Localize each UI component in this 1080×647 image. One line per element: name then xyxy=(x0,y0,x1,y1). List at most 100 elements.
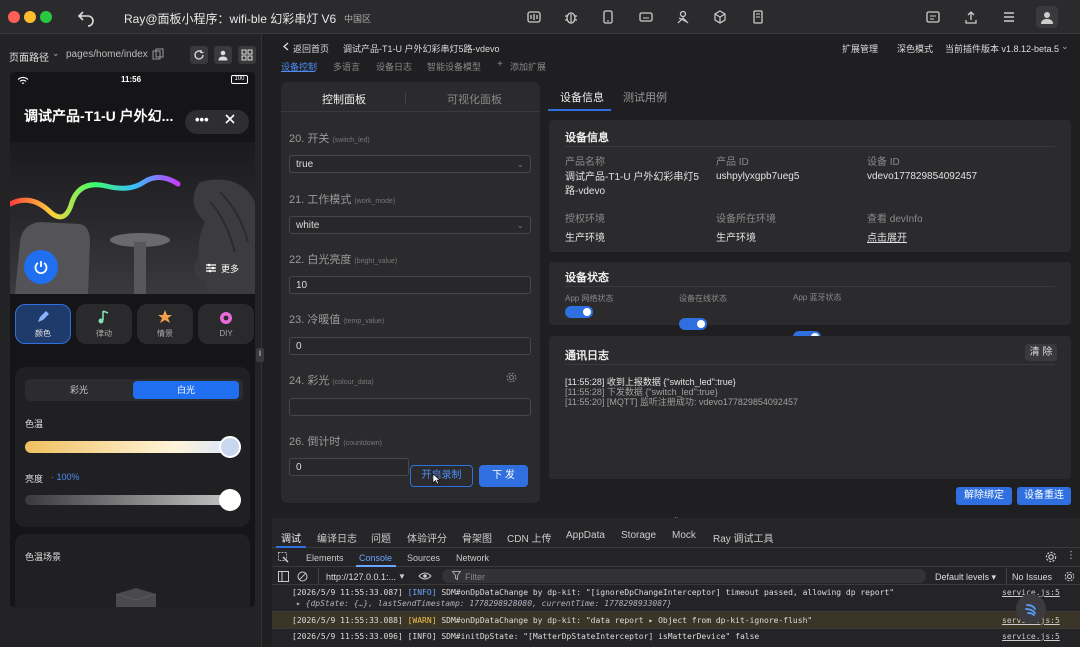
tab-colour-light[interactable]: 彩光 xyxy=(25,379,133,401)
tab-cdn-upload[interactable]: CDN 上传 xyxy=(507,530,551,545)
brightness-slider-track[interactable] xyxy=(25,495,237,505)
maximize-window-button[interactable] xyxy=(40,11,52,23)
sidebar-toggle-icon[interactable] xyxy=(278,571,289,582)
tab-console[interactable]: Console xyxy=(359,553,392,563)
log-levels-select[interactable]: Default levels ▾ xyxy=(935,572,996,583)
tab-appdata[interactable]: AppData xyxy=(566,530,605,541)
dp-input-temp[interactable]: 0 xyxy=(289,337,531,355)
chevron-down-icon[interactable]: ⌄ xyxy=(52,48,60,59)
device-icon[interactable] xyxy=(635,6,657,28)
mode-scene-button[interactable]: 情景 xyxy=(137,304,193,344)
device-online-toggle[interactable] xyxy=(679,318,707,330)
back-arrow-icon[interactable] xyxy=(76,7,96,27)
tab-experience-score[interactable]: 体验评分 xyxy=(407,530,447,545)
bug-icon[interactable] xyxy=(560,6,582,28)
brightness-slider-thumb[interactable] xyxy=(219,489,241,511)
dark-mode-toggle[interactable]: 深色模式 xyxy=(897,42,933,55)
tab-device-info[interactable]: 设备信息 xyxy=(560,89,604,105)
assistant-button[interactable] xyxy=(1016,594,1046,624)
phone-icon[interactable] xyxy=(597,6,619,28)
gear-icon[interactable] xyxy=(506,372,517,383)
tab-debug[interactable]: 调试 xyxy=(281,530,301,545)
dashboard-icon[interactable] xyxy=(523,6,545,28)
mode-rhythm-button[interactable]: 律动 xyxy=(76,304,132,344)
back-home-link[interactable]: 返回首页 xyxy=(293,42,329,55)
list-icon[interactable] xyxy=(998,6,1020,28)
plugin-version-select[interactable]: 当前插件版本 v1.8.12-beta.5 xyxy=(945,42,1059,55)
tab-control-panel[interactable]: 控制面板 xyxy=(322,91,366,107)
tab-sources[interactable]: Sources xyxy=(407,553,440,563)
back-home-icon[interactable] xyxy=(282,42,291,51)
minimize-window-button[interactable] xyxy=(24,11,36,23)
dp-input-colour[interactable] xyxy=(289,398,531,416)
page-path-label: 页面路径 xyxy=(9,53,49,64)
tab-device-log[interactable]: 设备日志 xyxy=(376,60,412,73)
send-button[interactable]: 下 发 xyxy=(479,465,528,487)
dp-input-bright[interactable]: 10 xyxy=(289,276,531,294)
unbind-button[interactable]: 解除绑定 xyxy=(956,487,1012,505)
menu-dots-icon[interactable]: ••• xyxy=(195,112,209,127)
tab-storage[interactable]: Storage xyxy=(621,530,656,541)
settings-gear-icon[interactable] xyxy=(1045,551,1057,563)
source-link[interactable]: service.js:5 xyxy=(1002,632,1060,641)
tab-ray-tools[interactable]: Ray 调试工具 xyxy=(713,530,774,545)
preview-icon[interactable] xyxy=(922,6,944,28)
power-button[interactable] xyxy=(24,250,58,284)
console-object[interactable]: ▸ {dpState: {…}, lastSendTimestamp: 1778… xyxy=(296,599,672,608)
dp-input-countdown[interactable]: 0 xyxy=(289,458,409,476)
tab-visual-panel[interactable]: 可视化面板 xyxy=(447,91,502,107)
grid-icon[interactable] xyxy=(238,46,256,64)
cube-icon[interactable] xyxy=(709,6,731,28)
dp-select-work-mode[interactable]: white ⌄ xyxy=(289,216,531,234)
tab-mock[interactable]: Mock xyxy=(672,530,696,541)
chevron-down-icon[interactable]: ⌄ xyxy=(1061,41,1069,52)
extension-manage-link[interactable]: 扩展管理 xyxy=(842,42,878,55)
tab-device-model[interactable]: 智能设备模型 xyxy=(427,60,481,73)
plus-icon[interactable]: + xyxy=(497,59,503,70)
person-icon[interactable] xyxy=(214,46,232,64)
clear-log-button[interactable]: 清 除 xyxy=(1025,344,1057,361)
more-options-icon[interactable]: ⋮ xyxy=(1066,550,1076,561)
add-extension-link[interactable]: 添加扩展 xyxy=(510,60,546,73)
wifi-icon xyxy=(17,76,29,85)
storage-icon[interactable] xyxy=(747,6,769,28)
close-icon[interactable] xyxy=(225,114,235,124)
chevron-down-icon[interactable]: ▼ xyxy=(398,572,406,581)
inspect-element-icon[interactable] xyxy=(278,552,289,563)
user-avatar-icon[interactable] xyxy=(1036,6,1058,28)
issues-count[interactable]: No Issues xyxy=(1012,572,1052,582)
reconnect-button[interactable]: 设备重连 xyxy=(1017,487,1071,505)
tab-test-cases[interactable]: 测试用例 xyxy=(623,89,667,105)
battery-indicator: 100 xyxy=(231,75,248,84)
refresh-icon[interactable] xyxy=(190,46,208,64)
console-settings-icon[interactable] xyxy=(1064,571,1075,582)
tab-skeleton[interactable]: 骨架图 xyxy=(462,530,492,545)
clear-console-icon[interactable] xyxy=(297,571,308,582)
palette-icon xyxy=(220,312,232,324)
close-window-button[interactable] xyxy=(8,11,20,23)
context-select[interactable]: http://127.0.0.1:... xyxy=(326,572,396,582)
app-network-toggle[interactable] xyxy=(565,306,593,318)
start-record-button[interactable]: 开启录制 xyxy=(410,465,473,487)
mode-diy-button[interactable]: DIY xyxy=(198,304,254,344)
mode-color-button[interactable]: 颜色 xyxy=(15,304,71,344)
page-path-value[interactable]: pages/home/index xyxy=(66,49,148,60)
console-line: [2026/5/9 11:55:33.087] [INFO] SDM#onDpD… xyxy=(292,588,895,597)
collapse-handle[interactable]: ‖ xyxy=(256,348,264,362)
tab-white-light[interactable]: 白光 xyxy=(133,381,239,399)
temperature-slider-track[interactable] xyxy=(25,441,237,453)
upload-icon[interactable] xyxy=(960,6,982,28)
temperature-slider-thumb[interactable] xyxy=(219,436,241,458)
tab-issues[interactable]: 问题 xyxy=(371,530,391,545)
eye-icon[interactable] xyxy=(418,571,432,581)
tab-network[interactable]: Network xyxy=(456,553,489,563)
console-filter-input[interactable] xyxy=(442,569,926,583)
tab-i18n[interactable]: 多语言 xyxy=(333,60,360,73)
debug-tool-icon[interactable] xyxy=(672,6,694,28)
devinfo-expand-link[interactable]: 点击展开 xyxy=(867,229,907,244)
copy-icon[interactable] xyxy=(152,48,164,60)
dp-select-switch[interactable]: true ⌄ xyxy=(289,155,531,173)
more-settings-button[interactable]: 更多 xyxy=(194,255,250,281)
tab-elements[interactable]: Elements xyxy=(306,553,344,563)
tab-compile-log[interactable]: 编译日志 xyxy=(317,530,357,545)
